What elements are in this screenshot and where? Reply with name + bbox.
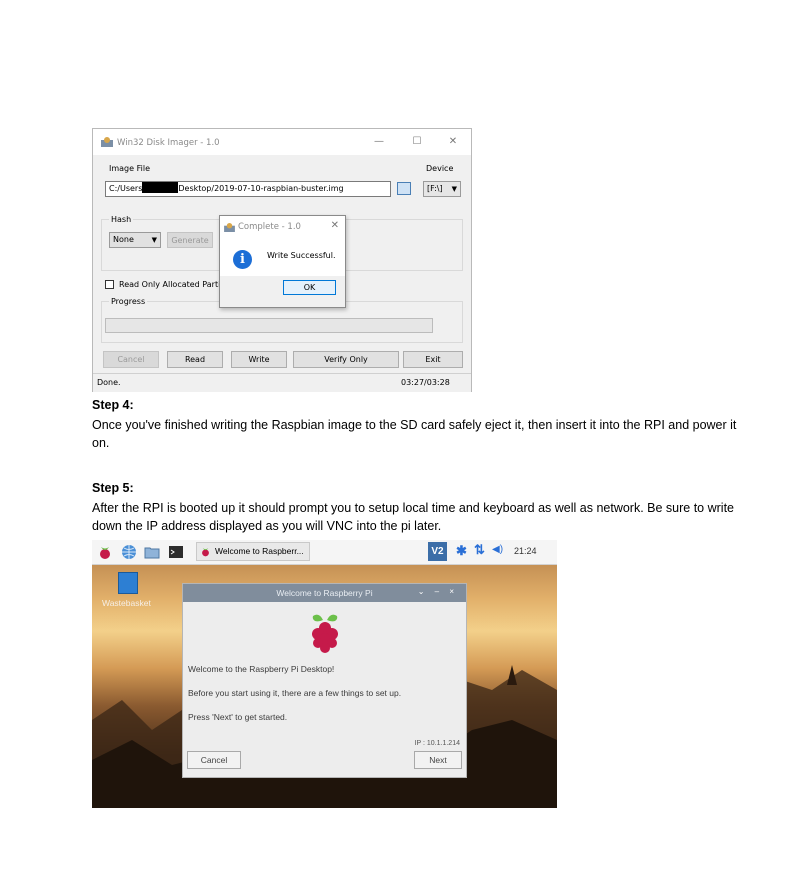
complete-dialog: Complete - 1.0 ✕ i Write Successful. OK	[219, 215, 346, 308]
raspberry-pi-desktop: Welcome to Raspberr... V2 ✱ ⇅ ◀) 21:24 W…	[92, 540, 557, 808]
step4-heading: Step 4:	[92, 398, 134, 412]
status-text: Done.	[97, 378, 121, 387]
maximize-button[interactable]: ☐	[407, 134, 427, 150]
welcome-next-button[interactable]: Next	[414, 751, 462, 769]
volume-icon[interactable]: ◀)	[492, 544, 503, 555]
web-browser-icon[interactable]	[121, 544, 137, 560]
write-button[interactable]: Write	[231, 351, 287, 368]
ok-button[interactable]: OK	[283, 280, 336, 295]
progress-label: Progress	[109, 297, 148, 306]
window-title: Win32 Disk Imager - 1.0	[117, 138, 220, 148]
welcome-line-1: Welcome to the Raspberry Pi Desktop!	[188, 664, 335, 674]
info-icon: i	[233, 250, 252, 269]
file-manager-icon[interactable]	[144, 544, 160, 560]
welcome-dialog: Welcome to Raspberry Pi ⌄ – × Welcome to…	[182, 583, 467, 778]
device-dropdown[interactable]: [F:\] ▼	[423, 181, 461, 197]
minimize-button[interactable]: —	[369, 134, 389, 150]
read-only-checkbox[interactable]	[105, 280, 114, 289]
raspberry-menu-icon[interactable]	[97, 544, 113, 560]
close-icon[interactable]: ✕	[331, 220, 339, 231]
top-panel: Welcome to Raspberr... V2 ✱ ⇅ ◀) 21:24	[92, 540, 557, 565]
step5-heading: Step 5:	[92, 481, 134, 495]
clock: 21:24	[514, 546, 537, 556]
wastebasket-label: Wastebasket	[102, 598, 151, 608]
hash-value: None	[113, 235, 134, 244]
chevron-down-icon: ▼	[451, 185, 457, 193]
image-file-label: Image File	[109, 164, 150, 173]
image-path-field[interactable]: C:/Users Desktop/2019-07-10-raspbian-bust…	[105, 181, 391, 197]
ip-address: IP : 10.1.1.214	[414, 740, 460, 747]
exit-button[interactable]: Exit	[403, 351, 463, 368]
window-titlebar: Win32 Disk Imager - 1.0 — ☐ ✕	[93, 129, 471, 155]
step5-text: After the RPI is booted up it should pro…	[92, 501, 734, 533]
taskbar-item-welcome[interactable]: Welcome to Raspberr...	[196, 542, 310, 561]
welcome-titlebar: Welcome to Raspberry Pi ⌄ – ×	[183, 584, 466, 602]
taskbar-item-label: Welcome to Raspberr...	[215, 546, 304, 556]
folder-open-icon[interactable]	[397, 182, 411, 195]
path-suffix: Desktop/2019-07-10-raspbian-buster.img	[178, 184, 344, 193]
hash-dropdown[interactable]: None ▼	[109, 232, 161, 248]
device-value: [F:\]	[427, 184, 443, 193]
close-button[interactable]: ✕	[443, 134, 463, 150]
welcome-line-3: Press 'Next' to get started.	[188, 712, 288, 722]
read-button[interactable]: Read	[167, 351, 223, 368]
progress-bar	[105, 318, 433, 333]
cancel-button[interactable]: Cancel	[103, 351, 159, 368]
vnc-icon[interactable]: V2	[428, 542, 447, 561]
disk-imager-app-icon	[101, 137, 113, 147]
generate-button[interactable]: Generate	[167, 232, 213, 248]
raspberry-icon	[202, 548, 209, 557]
network-icon[interactable]: ⇅	[474, 542, 485, 558]
terminal-icon[interactable]	[168, 544, 184, 560]
welcome-cancel-button[interactable]: Cancel	[187, 751, 241, 769]
chevron-down-icon: ▼	[151, 236, 157, 244]
hash-label: Hash	[109, 215, 134, 224]
path-prefix: C:/Users	[109, 184, 143, 193]
disk-imager-window: Win32 Disk Imager - 1.0 — ☐ ✕ Image File…	[92, 128, 472, 392]
read-only-label: Read Only Allocated Partiti	[119, 280, 226, 289]
welcome-line-2: Before you start using it, there are a f…	[188, 688, 402, 698]
verify-only-button[interactable]: Verify Only	[293, 351, 399, 368]
raspberry-pi-logo	[312, 614, 338, 653]
device-label: Device	[426, 164, 454, 173]
bluetooth-icon[interactable]: ✱	[456, 543, 467, 559]
redacted-block	[142, 182, 179, 193]
wastebasket-icon[interactable]	[118, 572, 138, 594]
dialog-message: Write Successful.	[267, 251, 336, 260]
dialog-title: Complete - 1.0	[238, 222, 301, 232]
disk-imager-app-icon	[224, 223, 235, 232]
window-controls[interactable]: ⌄ – ×	[418, 587, 458, 596]
status-bar: Done. 03:27/03:28	[93, 373, 471, 392]
step4-text: Once you've finished writing the Raspbia…	[92, 418, 737, 450]
elapsed-time: 03:27/03:28	[401, 378, 450, 387]
